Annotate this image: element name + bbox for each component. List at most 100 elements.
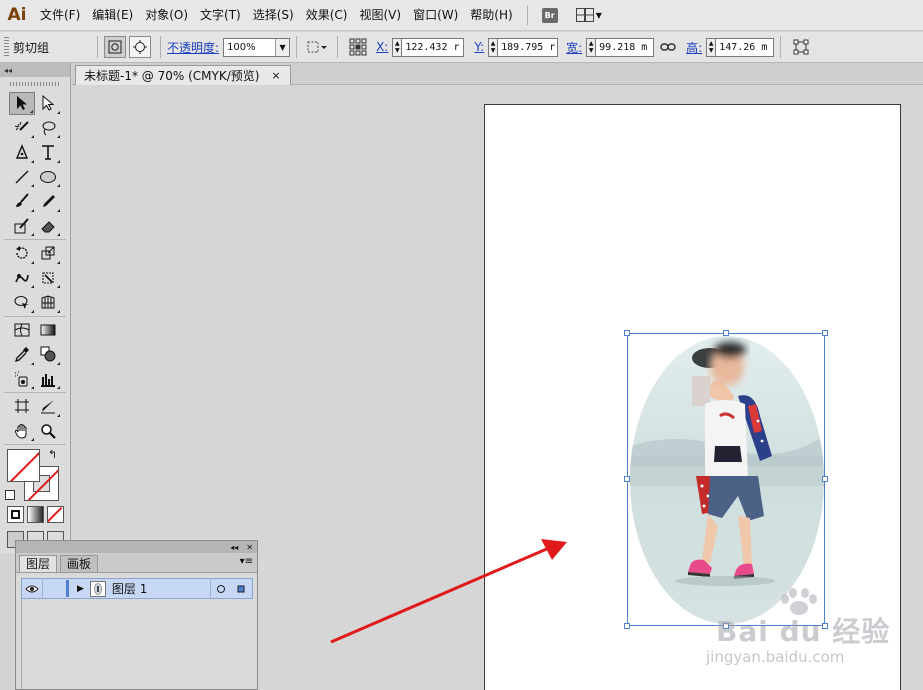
- swap-arrow-icon[interactable]: ↰: [48, 448, 57, 461]
- artboard-tool[interactable]: [9, 395, 35, 418]
- rotate-tool[interactable]: [9, 242, 35, 265]
- bridge-icon[interactable]: Br: [541, 7, 558, 23]
- close-icon[interactable]: ×: [271, 69, 280, 82]
- appearance-options[interactable]: [307, 37, 328, 57]
- down-arrow-icon: ▼: [708, 47, 714, 54]
- edit-contents-button[interactable]: [129, 36, 152, 58]
- collapse-icon[interactable]: ◂◂: [230, 543, 238, 552]
- selection-bounding-box[interactable]: [624, 330, 828, 629]
- visibility-toggle[interactable]: [22, 584, 42, 594]
- tab-layers[interactable]: 图层: [19, 555, 58, 572]
- menu-window[interactable]: 窗口(W): [407, 0, 464, 31]
- scale-tool[interactable]: [35, 242, 61, 265]
- menu-select[interactable]: 选择(S): [247, 0, 300, 31]
- menu-object[interactable]: 对象(O): [139, 0, 194, 31]
- x-input[interactable]: 122.432 r: [402, 37, 465, 57]
- menu-help[interactable]: 帮助(H): [464, 0, 518, 31]
- default-colors-icon[interactable]: [5, 490, 15, 500]
- perspective-grid-tool[interactable]: [35, 291, 61, 314]
- watermark-brand: Bai du 经验: [716, 615, 891, 648]
- panel-grip-icon[interactable]: [4, 37, 9, 57]
- constrain-proportions-button[interactable]: [658, 37, 678, 57]
- resize-handle[interactable]: [624, 623, 630, 629]
- tools-panel-grip[interactable]: [0, 77, 70, 91]
- fill-stroke-controls: ↰: [0, 446, 70, 504]
- edit-clipping-path-button[interactable]: [104, 36, 127, 58]
- down-arrow-icon: ▼: [588, 47, 594, 54]
- height-input[interactable]: 147.26 m: [716, 37, 775, 57]
- tools-panel-header[interactable]: ◂◂: [0, 63, 70, 77]
- reference-point-button[interactable]: [348, 37, 368, 57]
- target-toggle[interactable]: [209, 578, 232, 599]
- workspace-switcher[interactable]: ▼: [575, 8, 602, 22]
- document-tab[interactable]: 未标题-1* @ 70% (CMYK/预览) ×: [75, 65, 291, 85]
- pen-tool[interactable]: [9, 141, 35, 164]
- width-label[interactable]: 宽:: [566, 39, 582, 56]
- y-label[interactable]: Y:: [474, 40, 484, 54]
- menu-type[interactable]: 文字(T): [194, 0, 247, 31]
- scale-icon: [41, 246, 55, 260]
- layers-panel-header[interactable]: ◂◂ ✕: [16, 541, 257, 553]
- transform-icon: [793, 39, 809, 55]
- menu-edit[interactable]: 编辑(E): [86, 0, 139, 31]
- y-input[interactable]: 189.795 r: [498, 37, 559, 57]
- magic-wand-tool[interactable]: [9, 116, 35, 139]
- height-label[interactable]: 高:: [686, 39, 702, 56]
- line-segment-tool[interactable]: [9, 165, 35, 188]
- resize-handle[interactable]: [723, 330, 729, 336]
- resize-handle[interactable]: [624, 476, 630, 482]
- lock-toggle[interactable]: [42, 578, 64, 599]
- resize-handle[interactable]: [822, 476, 828, 482]
- menu-view[interactable]: 视图(V): [353, 0, 407, 31]
- shape-builder-tool[interactable]: [9, 291, 35, 314]
- collapse-icon[interactable]: ◂◂: [4, 66, 12, 75]
- layer-row[interactable]: ▶ 图层 1: [21, 578, 253, 599]
- ellipse-icon: [40, 170, 56, 183]
- ellipse-tool[interactable]: [35, 165, 61, 188]
- selection-tool[interactable]: [9, 91, 35, 115]
- gradient-tool[interactable]: [35, 318, 61, 341]
- resize-handle[interactable]: [624, 330, 630, 336]
- x-stepper[interactable]: ▲ ▼: [392, 37, 403, 57]
- width-stepper[interactable]: ▲ ▼: [586, 37, 597, 57]
- pencil-tool[interactable]: [35, 190, 61, 213]
- menu-effect[interactable]: 效果(C): [300, 0, 354, 31]
- column-graph-tool[interactable]: [35, 367, 61, 390]
- symbol-sprayer-tool[interactable]: [9, 367, 35, 390]
- blob-brush-tool[interactable]: [9, 214, 35, 237]
- type-icon: [42, 145, 54, 161]
- transform-options-button[interactable]: [791, 37, 811, 57]
- x-label[interactable]: X:: [376, 40, 388, 54]
- lasso-tool[interactable]: [35, 116, 61, 139]
- width-input[interactable]: 99.218 m: [596, 37, 655, 57]
- resize-handle[interactable]: [822, 330, 828, 336]
- layer-name[interactable]: 图层 1: [112, 580, 210, 597]
- gradient-mode-button[interactable]: [26, 506, 44, 523]
- blend-tool[interactable]: [35, 343, 61, 366]
- direct-selection-tool[interactable]: [35, 92, 61, 115]
- opacity-label[interactable]: 不透明度:: [167, 39, 219, 56]
- height-stepper[interactable]: ▲ ▼: [706, 37, 717, 57]
- line-icon: [15, 170, 29, 184]
- free-transform-tool[interactable]: [35, 266, 61, 289]
- slice-tool[interactable]: [35, 395, 61, 418]
- warp-tool[interactable]: [9, 266, 35, 289]
- menu-file[interactable]: 文件(F): [34, 0, 86, 31]
- selection-indicator[interactable]: [232, 585, 250, 593]
- paintbrush-tool[interactable]: [9, 190, 35, 213]
- type-tool[interactable]: [35, 141, 61, 164]
- fill-swatch[interactable]: [7, 449, 40, 482]
- close-icon[interactable]: ✕: [246, 543, 253, 552]
- opacity-select[interactable]: 100% ▼: [223, 37, 291, 57]
- eyedropper-tool[interactable]: [9, 343, 35, 366]
- zoom-tool[interactable]: [35, 419, 61, 442]
- tab-artboards[interactable]: 画板: [60, 555, 99, 572]
- expand-triangle-icon[interactable]: ▶: [77, 584, 84, 594]
- eraser-tool[interactable]: [35, 214, 61, 237]
- mesh-tool[interactable]: [9, 318, 35, 341]
- color-mode-button[interactable]: [6, 506, 24, 523]
- panel-menu-icon[interactable]: ▾≡: [240, 556, 253, 567]
- y-stepper[interactable]: ▲ ▼: [488, 37, 499, 57]
- none-mode-button[interactable]: [46, 506, 64, 523]
- hand-tool[interactable]: [9, 419, 35, 442]
